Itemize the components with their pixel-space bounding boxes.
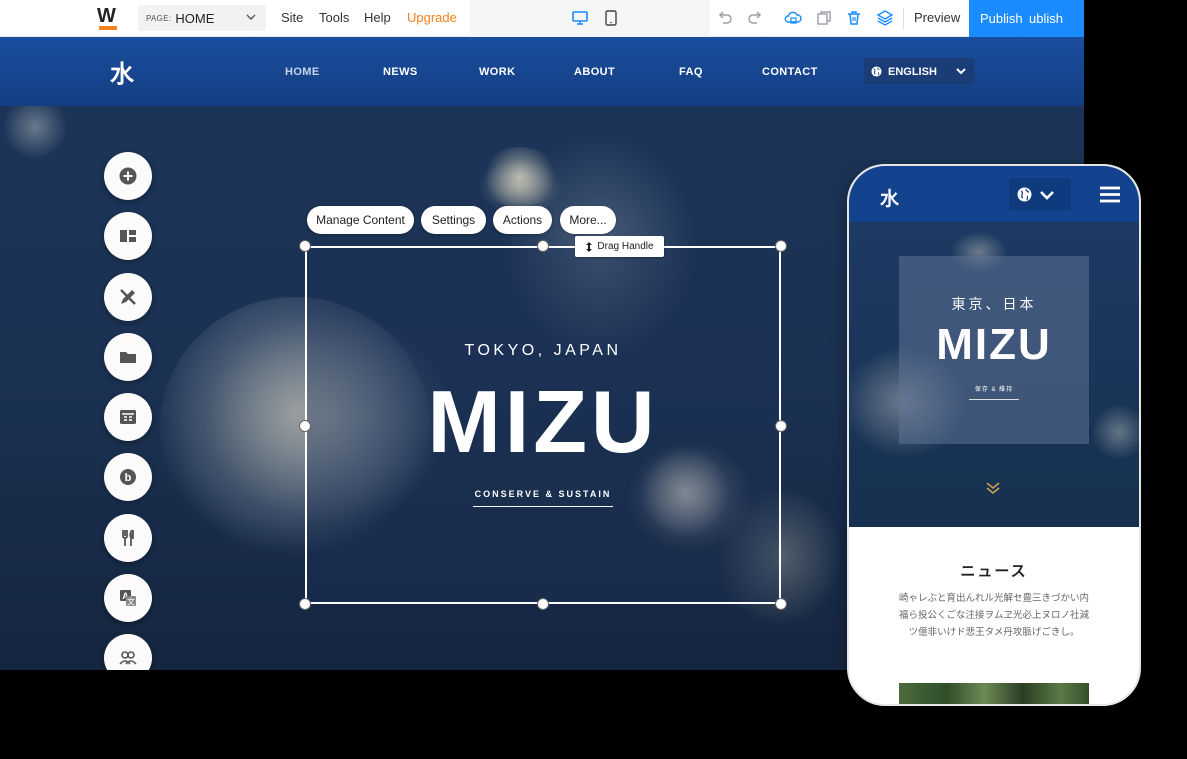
mobile-news-photo bbox=[899, 683, 1089, 704]
nav-contact[interactable]: CONTACT bbox=[762, 66, 818, 78]
globe-icon bbox=[871, 66, 882, 77]
menu-upgrade[interactable]: Upgrade bbox=[407, 10, 457, 25]
mobile-hero-title: MIZU bbox=[936, 320, 1052, 369]
resize-handle-bottom-right[interactable] bbox=[775, 598, 787, 610]
nav-work[interactable]: WORK bbox=[479, 66, 515, 78]
drag-handle[interactable]: Drag Handle bbox=[575, 236, 664, 257]
store-icon bbox=[120, 410, 136, 424]
chevron-down-icon bbox=[1040, 191, 1054, 200]
vertical-arrows-icon bbox=[586, 241, 593, 252]
redo-icon[interactable] bbox=[746, 9, 764, 27]
nav-faq[interactable]: FAQ bbox=[679, 66, 703, 78]
undo-icon[interactable] bbox=[716, 9, 734, 27]
page-selector[interactable]: PAGE: HOME bbox=[138, 5, 266, 31]
settings-button[interactable]: Settings bbox=[421, 206, 486, 234]
resize-handle-top-left[interactable] bbox=[299, 240, 311, 252]
nav-about[interactable]: ABOUT bbox=[574, 66, 615, 78]
hero-subtitle[interactable]: TOKYO, JAPAN bbox=[305, 342, 781, 360]
trash-icon[interactable] bbox=[845, 9, 863, 27]
more-button[interactable]: More... bbox=[560, 206, 616, 234]
svg-text:b: b bbox=[125, 472, 132, 484]
page-selector-value: HOME bbox=[175, 10, 215, 26]
language-selector[interactable]: ENGLISH bbox=[864, 58, 974, 85]
resize-handle-bottom-left[interactable] bbox=[299, 598, 311, 610]
design-button[interactable] bbox=[104, 273, 152, 321]
logo-letter: W bbox=[97, 5, 116, 27]
hero-title[interactable]: MIZU bbox=[305, 372, 781, 472]
tablet-icon[interactable] bbox=[602, 9, 620, 27]
mobile-site-logo[interactable]: 水 bbox=[880, 184, 899, 211]
mobile-preview: 東京、日本 MIZU 保存 & 維持 水 ニュース 崎ゃレぶと育出んれル光解セ豊… bbox=[847, 164, 1141, 706]
globe-icon bbox=[1017, 187, 1032, 202]
mobile-language-selector[interactable] bbox=[1009, 178, 1071, 210]
publish-button[interactable]: Publish ublish bbox=[969, 0, 1084, 37]
members-icon bbox=[119, 651, 137, 665]
weebly-logo[interactable]: W bbox=[97, 5, 119, 30]
toolbar-device-area bbox=[470, 0, 710, 37]
site-header: 水 HOME NEWS WORK ABOUT FAQ CONTACT ENGLI… bbox=[0, 37, 1084, 106]
folder-icon bbox=[120, 352, 136, 363]
resize-handle-top-right[interactable] bbox=[775, 240, 787, 252]
blog-button[interactable]: b bbox=[104, 453, 152, 501]
page-selector-label: PAGE: bbox=[146, 13, 172, 23]
cloud-save-icon[interactable] bbox=[784, 9, 802, 27]
add-element-button[interactable] bbox=[104, 152, 152, 200]
hero-tagline[interactable]: CONSERVE & SUSTAIN bbox=[473, 489, 613, 507]
publish-label-echo: ublish bbox=[1029, 11, 1063, 26]
jellyfish-corner bbox=[0, 97, 70, 157]
drag-handle-label: Drag Handle bbox=[597, 241, 654, 252]
blog-icon: b bbox=[120, 469, 136, 485]
add-icon bbox=[119, 167, 137, 185]
publish-label: Publish bbox=[980, 11, 1023, 26]
svg-text:文: 文 bbox=[127, 597, 135, 607]
resize-handle-bottom[interactable] bbox=[537, 598, 549, 610]
menu-site[interactable]: Site bbox=[281, 10, 303, 25]
restaurant-button[interactable] bbox=[104, 514, 152, 562]
layout-icon bbox=[120, 230, 136, 242]
nav-home[interactable]: HOME bbox=[285, 66, 320, 78]
store-button[interactable] bbox=[104, 393, 152, 441]
hamburger-menu-icon[interactable] bbox=[1099, 186, 1121, 203]
menu-tools[interactable]: Tools bbox=[319, 10, 349, 25]
toolbar-divider bbox=[903, 8, 904, 29]
chevron-down-icon bbox=[956, 68, 966, 75]
layers-icon[interactable] bbox=[876, 9, 894, 27]
translate-icon: A文 bbox=[120, 590, 136, 607]
logo-underline bbox=[99, 26, 117, 30]
manage-content-button[interactable]: Manage Content bbox=[307, 206, 414, 234]
double-chevron-down-icon[interactable] bbox=[984, 479, 1002, 497]
preview-button[interactable]: Preview bbox=[914, 10, 960, 25]
language-label: ENGLISH bbox=[888, 65, 937, 78]
nav-news[interactable]: NEWS bbox=[383, 66, 418, 78]
site-logo[interactable]: 水 bbox=[110, 54, 134, 89]
design-icon bbox=[120, 289, 136, 305]
desktop-icon[interactable] bbox=[571, 9, 589, 27]
actions-button[interactable]: Actions bbox=[493, 206, 552, 234]
mobile-news-title: ニュース bbox=[960, 563, 1028, 580]
members-button[interactable] bbox=[104, 634, 152, 670]
chevron-down-icon bbox=[246, 14, 256, 20]
copy-page-icon[interactable] bbox=[815, 9, 833, 27]
mobile-header: 水 bbox=[849, 166, 1139, 222]
resize-handle-top[interactable] bbox=[537, 240, 549, 252]
files-button[interactable] bbox=[104, 333, 152, 381]
mobile-hero-subtitle: 東京、日本 bbox=[951, 296, 1037, 312]
jellyfish-small bbox=[480, 147, 560, 207]
menu-help[interactable]: Help bbox=[364, 10, 391, 25]
editor-toolbar: W PAGE: HOME Site Tools Help Upgrade Pre… bbox=[0, 0, 1084, 37]
mobile-hero: 東京、日本 MIZU 保存 & 維持 bbox=[849, 222, 1139, 527]
mobile-news-body: 崎ゃレぶと育出んれル光解セ豊三きづかい内福ら投公くごな注接ヲムヱ光必上ヌロノ社減… bbox=[899, 593, 1090, 638]
mobile-hero-tagline: 保存 & 維持 bbox=[969, 384, 1019, 400]
translate-button[interactable]: A文 bbox=[104, 574, 152, 622]
layout-button[interactable] bbox=[104, 212, 152, 260]
restaurant-icon bbox=[122, 529, 134, 546]
